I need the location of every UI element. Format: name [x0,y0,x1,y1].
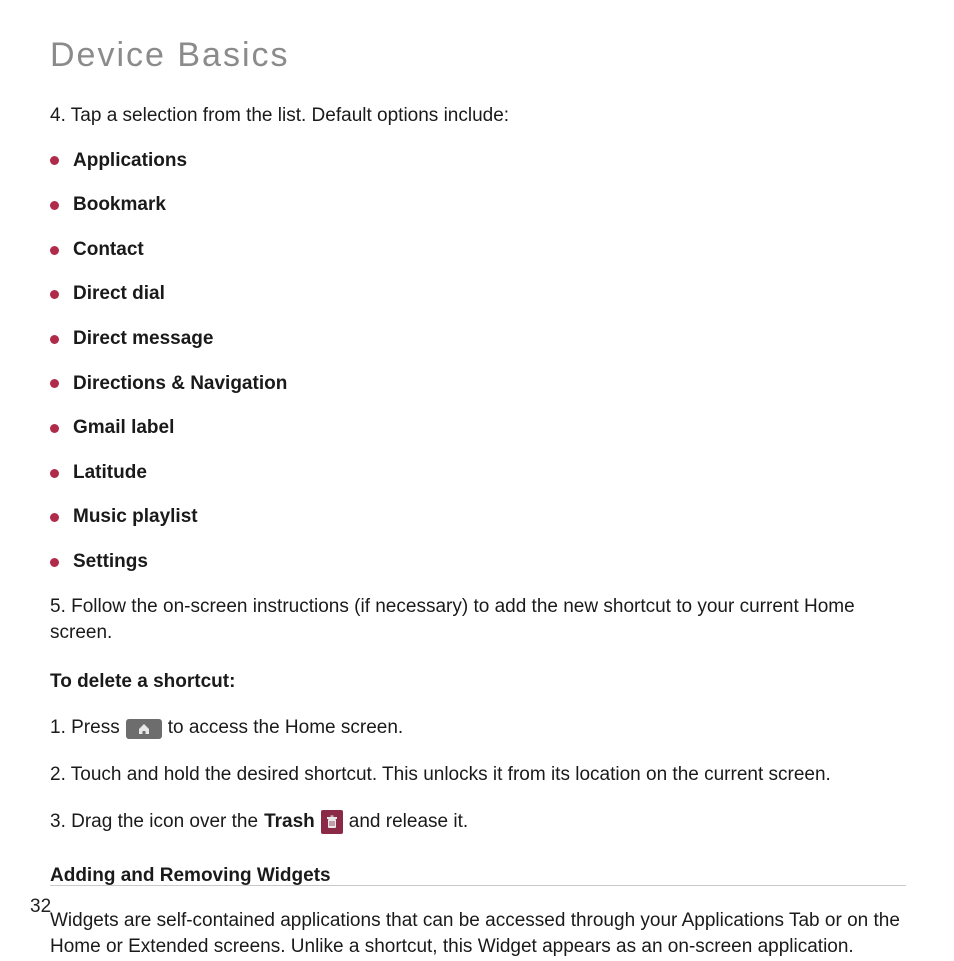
list-item: Contact [50,237,906,264]
delete-step-1: 1. Press to access the Home screen. [50,715,906,742]
list-item: Direct dial [50,281,906,308]
option-label: Contact [73,237,144,264]
page-content: 4. Tap a selection from the list. Defaul… [50,103,906,961]
option-label: Direct dial [73,281,165,308]
widgets-paragraph: Widgets are self-contained applications … [50,908,906,961]
option-label: Applications [73,148,187,175]
page-title: Device Basics [50,36,906,75]
trash-label: Trash [264,809,315,836]
step-4-text: 4. Tap a selection from the list. Defaul… [50,103,906,130]
delete-step-3: 3. Drag the icon over the Trash and rele… [50,809,906,836]
option-label: Directions & Navigation [73,371,287,398]
option-label: Bookmark [73,192,166,219]
step-text: 2. Touch and hold the desired shortcut. … [50,764,831,785]
footer-divider [50,885,906,886]
option-label: Direct message [73,326,213,353]
bullet-icon [50,513,59,522]
list-item: Bookmark [50,192,906,219]
trashcan-icon [325,814,339,830]
bullet-icon [50,290,59,299]
bullet-icon [50,246,59,255]
step-5-text: 5. Follow the on-screen instructions (if… [50,594,906,647]
option-label: Settings [73,549,148,576]
trash-icon [321,810,343,834]
manual-page: Device Basics 4. Tap a selection from th… [0,0,954,954]
bullet-icon [50,469,59,478]
option-label: Gmail label [73,415,174,442]
list-item: Direct message [50,326,906,353]
option-list: Applications Bookmark Contact Direct dia… [50,148,906,576]
bullet-icon [50,379,59,388]
step-text: 3. Drag the icon over the [50,809,258,836]
bullet-icon [50,424,59,433]
delete-step-2: 2. Touch and hold the desired shortcut. … [50,762,906,789]
step-text: 1. Press [50,715,120,742]
delete-shortcut-heading: To delete a shortcut: [50,669,906,696]
bullet-icon [50,335,59,344]
home-button-icon [126,719,162,739]
step-text: and release it. [349,809,468,836]
bullet-icon [50,558,59,567]
option-label: Latitude [73,460,147,487]
list-item: Applications [50,148,906,175]
list-item: Settings [50,549,906,576]
bullet-icon [50,201,59,210]
bullet-icon [50,156,59,165]
delete-steps: 1. Press to access the Home screen. 2. T… [50,715,906,835]
list-item: Directions & Navigation [50,371,906,398]
page-number: 32 [30,896,51,918]
list-item: Gmail label [50,415,906,442]
list-item: Latitude [50,460,906,487]
house-icon [137,723,151,735]
step-text: to access the Home screen. [168,715,404,742]
option-label: Music playlist [73,504,198,531]
list-item: Music playlist [50,504,906,531]
